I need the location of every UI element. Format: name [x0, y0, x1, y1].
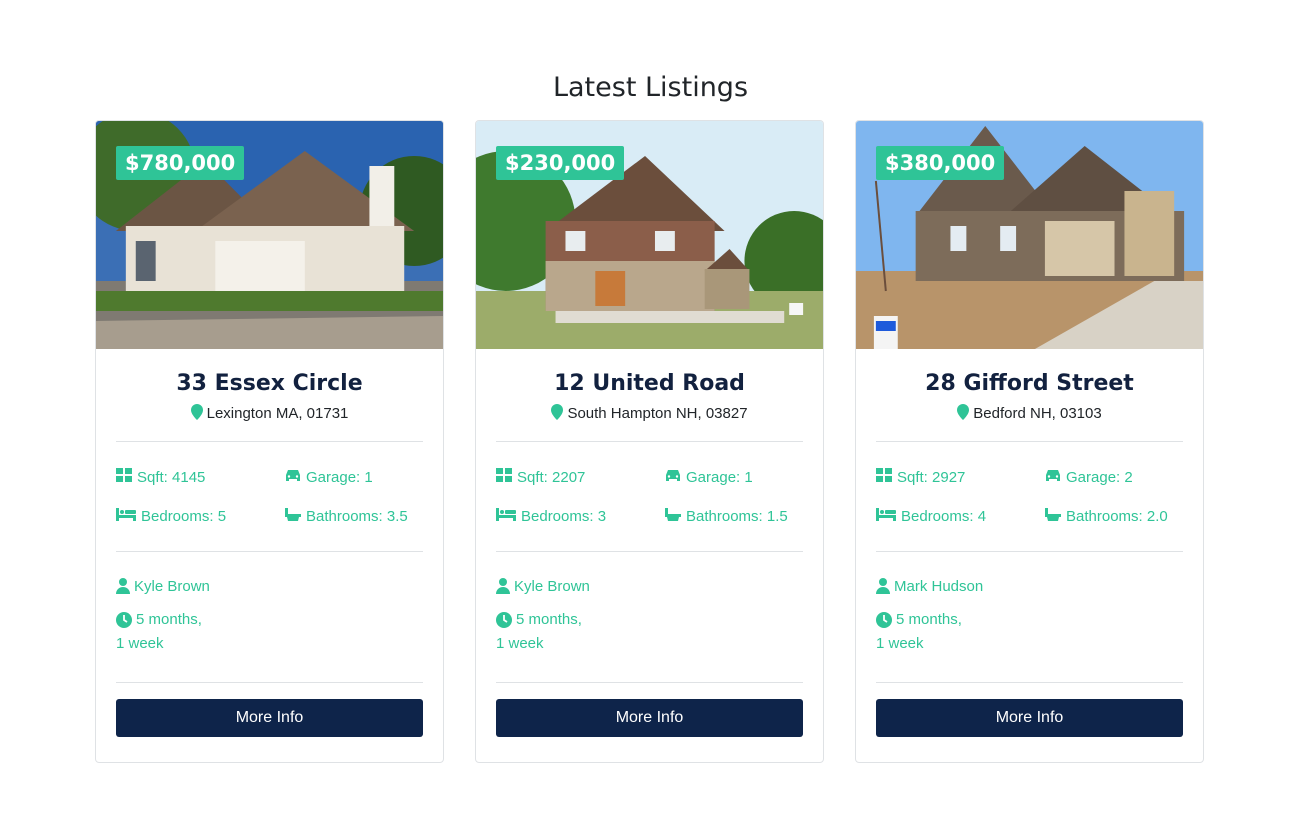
- bathrooms-text: Bathrooms: 2.0: [1066, 508, 1168, 525]
- garage-spec: Garage: 1: [285, 468, 423, 486]
- listings-grid: $780,000 33 Essex Circle Lexington MA, 0…: [95, 120, 1204, 763]
- bathrooms-spec: Bathrooms: 2.0: [1045, 508, 1183, 525]
- listed-time: 5 months, 1 week: [116, 608, 231, 656]
- garage-spec: Garage: 1: [665, 468, 803, 486]
- agent-name: Mark Hudson: [894, 578, 984, 595]
- time-row: 5 months, 1 week: [116, 608, 423, 656]
- garage-text: Garage: 1: [306, 468, 373, 486]
- user-icon: [496, 578, 510, 598]
- car-icon: [1045, 469, 1061, 486]
- listing-title[interactable]: 28 Gifford Street: [876, 371, 1183, 396]
- listing-card: $230,000 12 United Road South Hampton NH…: [475, 120, 824, 763]
- car-icon: [665, 469, 681, 486]
- agent-row: Kyle Brown: [116, 578, 423, 598]
- bath-icon: [1045, 508, 1061, 525]
- clock-icon: [496, 612, 512, 632]
- listed-time-line2: 1 week: [116, 635, 164, 652]
- more-info-button[interactable]: More Info: [876, 699, 1183, 737]
- listing-title[interactable]: 12 United Road: [496, 371, 803, 396]
- bathrooms-spec: Bathrooms: 1.5: [665, 508, 803, 525]
- price-badge: $380,000: [876, 146, 1005, 180]
- address-text: Bedford NH, 03103: [973, 405, 1102, 422]
- section-title: Latest Listings: [552, 72, 749, 103]
- clock-icon: [876, 612, 892, 632]
- more-info-button[interactable]: More Info: [496, 699, 803, 737]
- user-icon: [876, 578, 890, 598]
- listing-address: Bedford NH, 03103: [876, 404, 1183, 424]
- bathrooms-text: Bathrooms: 3.5: [306, 508, 408, 525]
- bedrooms-text: Bedrooms: 3: [521, 508, 607, 525]
- sqft-text: Sqft: 2927: [897, 468, 966, 486]
- bathrooms-spec: Bathrooms: 3.5: [285, 508, 423, 525]
- listing-photo[interactable]: $230,000: [476, 121, 823, 349]
- grid-icon: [496, 468, 512, 486]
- sqft-spec: Sqft: 2927: [876, 468, 1045, 486]
- listing-meta: Mark Hudson 5 months, 1 week: [876, 552, 1183, 682]
- listing-card: $780,000 33 Essex Circle Lexington MA, 0…: [95, 120, 444, 763]
- agent-row: Kyle Brown: [496, 578, 803, 598]
- garage-spec: Garage: 2: [1045, 468, 1183, 486]
- listing-title[interactable]: 33 Essex Circle: [116, 371, 423, 396]
- listing-meta: Kyle Brown 5 months, 1 week: [496, 552, 803, 682]
- agent-name: Kyle Brown: [514, 578, 590, 595]
- agent-name: Kyle Brown: [134, 578, 210, 595]
- bath-icon: [665, 508, 681, 525]
- bed-icon: [116, 508, 136, 525]
- listing-card: $380,000 28 Gifford Street Bedford NH, 0…: [855, 120, 1204, 763]
- sqft-spec: Sqft: 2207: [496, 468, 665, 486]
- sqft-text: Sqft: 4145: [137, 468, 206, 486]
- bed-icon: [876, 508, 896, 525]
- user-icon: [116, 578, 130, 598]
- listing-specs: Sqft: 2207 Garage: 1 Bedrooms: 3 Bathroo…: [496, 442, 803, 551]
- clock-icon: [116, 612, 132, 632]
- price-badge: $230,000: [496, 146, 625, 180]
- listing-address: Lexington MA, 01731: [116, 404, 423, 424]
- grid-icon: [116, 468, 132, 486]
- divider: [876, 682, 1183, 683]
- listing-specs: Sqft: 4145 Garage: 1 Bedrooms: 5 Bathroo…: [116, 442, 423, 551]
- price-badge: $780,000: [116, 146, 245, 180]
- listed-time-line1: 5 months,: [896, 611, 962, 628]
- map-marker-icon: [957, 404, 970, 424]
- listed-time: 5 months, 1 week: [876, 608, 991, 656]
- listing-address: South Hampton NH, 03827: [496, 404, 803, 424]
- listing-photo[interactable]: $380,000: [856, 121, 1203, 349]
- listing-meta: Kyle Brown 5 months, 1 week: [116, 552, 423, 682]
- listing-photo[interactable]: $780,000: [96, 121, 443, 349]
- map-marker-icon: [551, 404, 564, 424]
- map-marker-icon: [190, 404, 203, 424]
- listing-specs: Sqft: 2927 Garage: 2 Bedrooms: 4 Bathroo…: [876, 442, 1183, 551]
- bedrooms-spec: Bedrooms: 4: [876, 508, 1045, 525]
- sqft-spec: Sqft: 4145: [116, 468, 285, 486]
- bed-icon: [496, 508, 516, 525]
- car-icon: [285, 469, 301, 486]
- bedrooms-text: Bedrooms: 5: [141, 508, 227, 525]
- bedrooms-spec: Bedrooms: 3: [496, 508, 665, 525]
- more-info-button[interactable]: More Info: [116, 699, 423, 737]
- garage-text: Garage: 1: [686, 468, 753, 486]
- listed-time-line1: 5 months,: [136, 611, 202, 628]
- bath-icon: [285, 508, 301, 525]
- divider: [496, 682, 803, 683]
- bedrooms-spec: Bedrooms: 5: [116, 508, 285, 525]
- listed-time-line2: 1 week: [876, 635, 924, 652]
- bathrooms-text: Bathrooms: 1.5: [686, 508, 788, 525]
- address-text: Lexington MA, 01731: [206, 405, 349, 422]
- address-text: South Hampton NH, 03827: [567, 405, 748, 422]
- sqft-text: Sqft: 2207: [517, 468, 586, 486]
- agent-row: Mark Hudson: [876, 578, 1183, 598]
- listed-time: 5 months, 1 week: [496, 608, 611, 656]
- time-row: 5 months, 1 week: [496, 608, 803, 656]
- bedrooms-text: Bedrooms: 4: [901, 508, 987, 525]
- listed-time-line1: 5 months,: [516, 611, 582, 628]
- time-row: 5 months, 1 week: [876, 608, 1183, 656]
- garage-text: Garage: 2: [1066, 468, 1133, 486]
- divider: [116, 682, 423, 683]
- listed-time-line2: 1 week: [496, 635, 544, 652]
- grid-icon: [876, 468, 892, 486]
